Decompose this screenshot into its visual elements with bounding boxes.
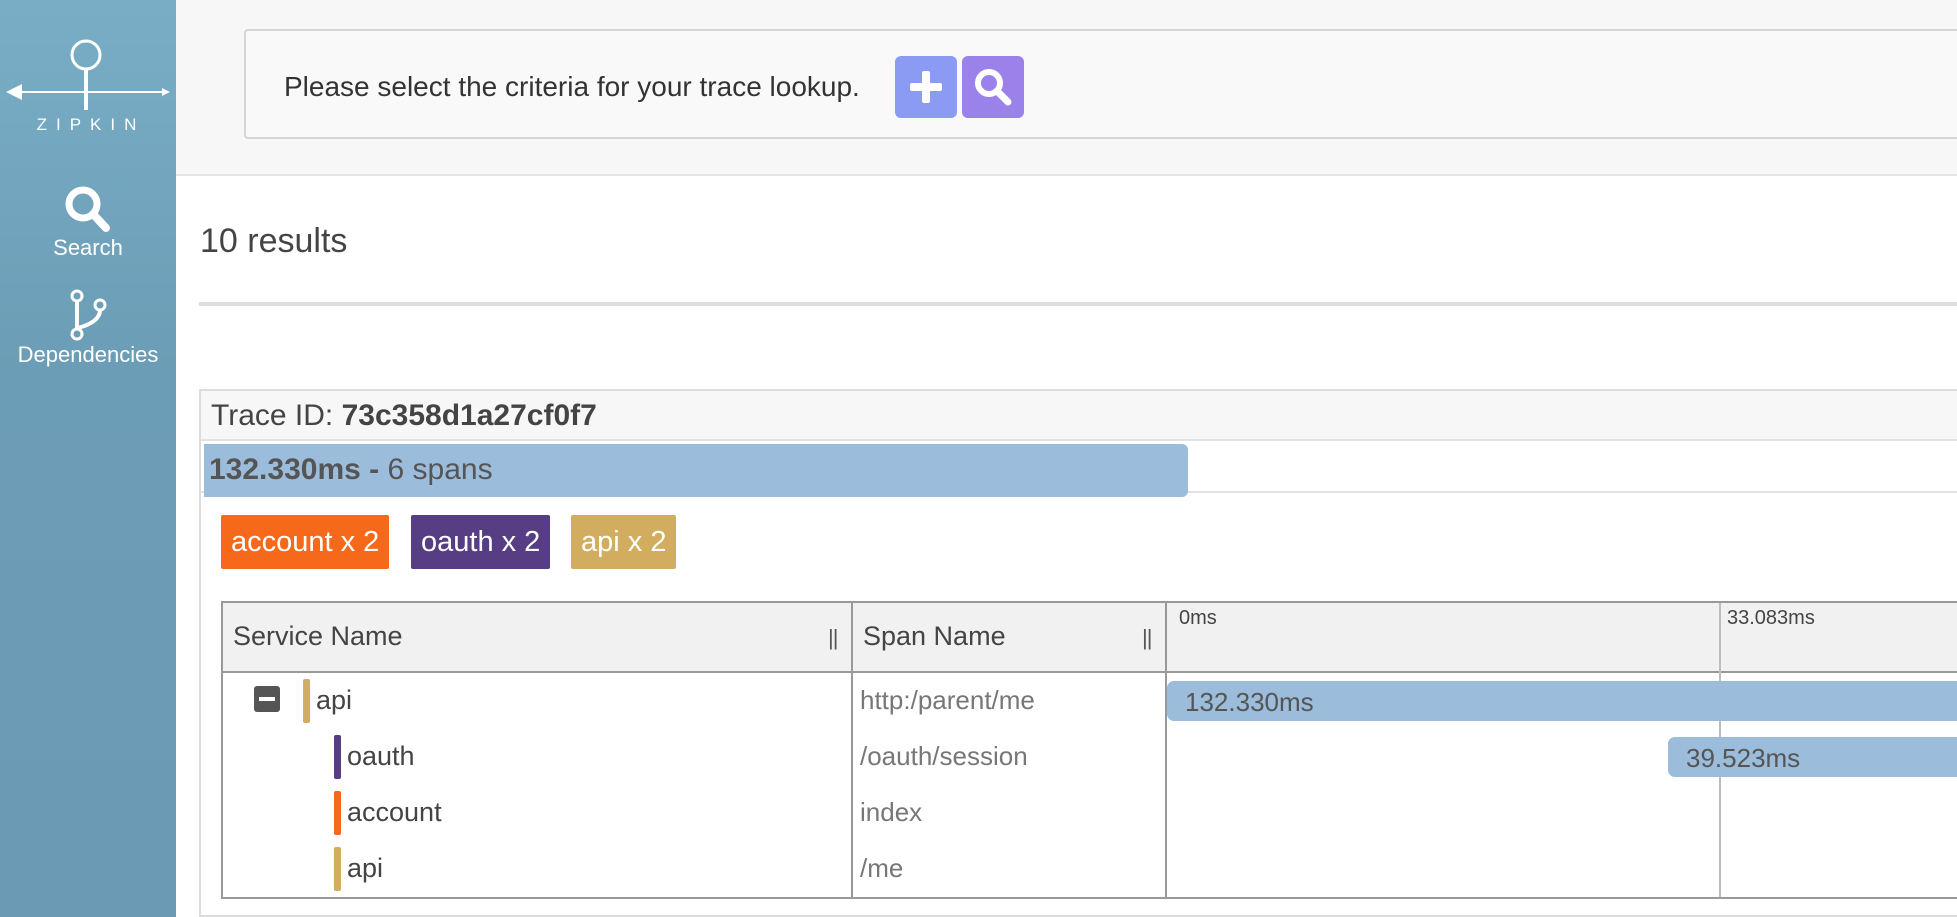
results-count: 10 results (200, 222, 348, 260)
service-badge-oauth[interactable]: oauth x 2 (411, 515, 551, 569)
duration-separator: - (369, 453, 380, 486)
search-icon (975, 69, 1012, 106)
trace-header: Trace ID: 73c358d1a27cf0f7 (201, 391, 1957, 441)
logo-text: ZIPKIN (36, 115, 146, 134)
dependencies-icon (70, 289, 107, 341)
span-name: http:/parent/me (860, 685, 1035, 715)
service-name: account (347, 797, 442, 827)
zipkin-logo-icon (6, 39, 170, 110)
service-name: api (347, 853, 384, 883)
span-timing-bar[interactable]: 39.523ms (1668, 737, 1957, 777)
trace-duration: 132.330ms (209, 453, 361, 486)
service-column-resize-handle[interactable]: || (828, 625, 838, 651)
span-row[interactable]: api /me (223, 841, 1957, 897)
timeline-tick-1: 33.083ms (1727, 607, 1815, 629)
nav-search-label: Search (53, 235, 123, 260)
span-row[interactable]: api http:/parent/me 132.330ms (223, 673, 1957, 729)
span-timing-bar[interactable]: 132.330ms (1167, 681, 1957, 721)
add-criteria-button[interactable] (895, 56, 957, 118)
trace-duration-row: 132.330ms - 6 spans (201, 441, 1957, 497)
criteria-box: Please select the criteria for your trac… (244, 29, 1957, 139)
service-color-bar (334, 735, 341, 779)
service-badge-api[interactable]: api x 2 (571, 515, 677, 569)
span-name: /oauth/session (860, 741, 1028, 771)
service-badge-account[interactable]: account x 2 (221, 515, 390, 569)
span-name: index (860, 797, 923, 827)
span-duration: 132.330ms (1185, 687, 1314, 717)
trace-duration-summary: 132.330ms - 6 spans (209, 453, 493, 487)
search-icon (65, 186, 110, 232)
span-name: /me (860, 853, 904, 883)
search-bar: Please select the criteria for your trac… (176, 0, 1957, 176)
collapse-toggle[interactable] (254, 686, 280, 712)
span-row[interactable]: oauth /oauth/session 39.523ms (223, 729, 1957, 785)
trace-id-value: 73c358d1a27cf0f7 (341, 399, 597, 432)
span-column-resize-handle[interactable]: || (1142, 625, 1152, 651)
timeline-tick-0: 0ms (1179, 607, 1217, 629)
criteria-prompt: Please select the criteria for your trac… (284, 71, 860, 102)
results-divider (199, 302, 1957, 306)
span-name-header[interactable]: Span Name (863, 621, 1006, 652)
span-duration: 39.523ms (1686, 743, 1801, 773)
trace-card[interactable]: Trace ID: 73c358d1a27cf0f7 132.330ms - 6… (199, 389, 1957, 917)
trace-id-label: Trace ID: (211, 399, 334, 432)
sidebar: ZIPKIN Search Dependencies (0, 0, 176, 917)
span-table-header: Service Name || Span Name || 0ms 33.083m… (223, 603, 1957, 673)
run-search-button[interactable] (962, 56, 1024, 118)
trace-id: Trace ID: 73c358d1a27cf0f7 (211, 399, 597, 433)
nav-dependencies[interactable]: Dependencies (0, 288, 176, 368)
span-table: Service Name || Span Name || 0ms 33.083m… (221, 601, 1957, 899)
service-name: api (316, 685, 353, 715)
service-color-bar (303, 679, 310, 723)
trace-span-count: 6 spans (387, 453, 493, 486)
plus-icon (910, 71, 942, 103)
span-row[interactable]: account index (223, 785, 1957, 841)
nav-search[interactable]: Search (0, 183, 176, 261)
service-color-bar (334, 791, 341, 835)
service-name-header[interactable]: Service Name (233, 621, 403, 652)
service-name: oauth (347, 741, 415, 771)
nav-dependencies-label: Dependencies (17, 342, 159, 367)
service-color-bar (334, 847, 341, 891)
